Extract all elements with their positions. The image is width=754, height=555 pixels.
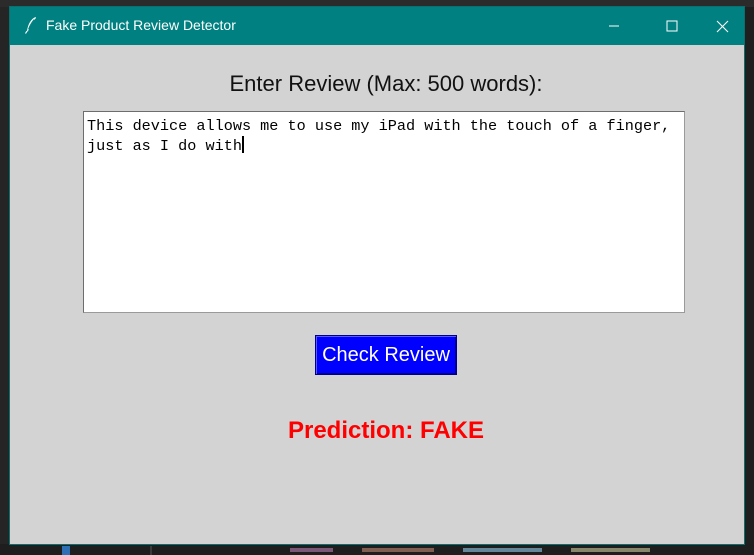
maximize-button[interactable] <box>644 7 700 45</box>
desktop-background: Fake Product Review Detector Enter Revie… <box>0 0 754 555</box>
check-review-button[interactable]: Check Review <box>315 335 457 375</box>
maximize-icon <box>666 20 678 32</box>
minimize-icon <box>609 25 619 27</box>
background-editor-code <box>290 548 650 552</box>
title-bar[interactable]: Fake Product Review Detector <box>10 7 744 45</box>
feather-icon[interactable] <box>24 16 38 34</box>
prediction-result: Prediction: FAKE <box>287 417 485 444</box>
minimize-button[interactable] <box>586 7 642 45</box>
app-window: Fake Product Review Detector Enter Revie… <box>10 7 744 544</box>
background-editor-top <box>0 0 754 7</box>
window-title: Fake Product Review Detector <box>46 17 236 33</box>
review-text-input[interactable]: This device allows me to use my iPad wit… <box>83 111 685 313</box>
background-editor-divider <box>150 546 152 555</box>
review-text-content: This device allows me to use my iPad wit… <box>87 117 680 155</box>
background-editor-gutter <box>0 7 10 555</box>
close-icon <box>716 20 728 32</box>
close-button[interactable] <box>700 7 744 45</box>
background-editor-accent <box>62 546 70 555</box>
review-prompt-label: Enter Review (Max: 500 words): <box>229 71 543 96</box>
text-cursor <box>241 136 244 153</box>
window-client-area: Enter Review (Max: 500 words): This devi… <box>10 45 744 544</box>
